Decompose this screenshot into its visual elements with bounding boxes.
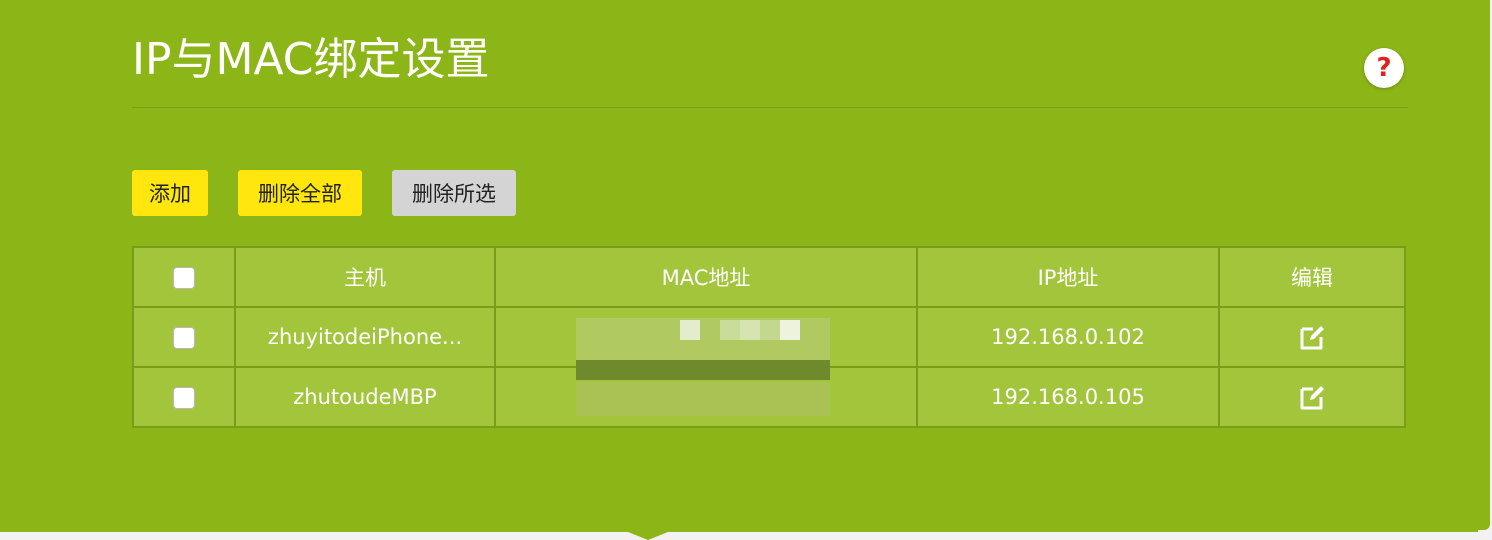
header-edit: 编辑 — [1218, 246, 1406, 308]
add-button[interactable]: 添加 — [132, 170, 208, 216]
mac-cell — [494, 366, 918, 428]
ip-cell: 192.168.0.105 — [916, 366, 1220, 428]
select-all-checkbox[interactable] — [173, 267, 195, 289]
ip-cell: 192.168.0.102 — [916, 306, 1220, 368]
table-header-row: 主机 MAC地址 IP地址 编辑 — [132, 246, 1406, 308]
edit-cell — [1218, 366, 1406, 428]
title-divider — [132, 107, 1408, 108]
help-button[interactable]: ? — [1364, 48, 1404, 88]
panel-right-edge — [1478, 0, 1490, 530]
edit-cell — [1218, 306, 1406, 368]
edit-icon[interactable] — [1297, 382, 1327, 412]
table-row: zhutoudeMBP 192.168.0.105 — [132, 366, 1406, 428]
bottom-bar — [0, 532, 1478, 540]
header-host: 主机 — [234, 246, 496, 308]
row-checkbox[interactable] — [173, 387, 195, 409]
select-all-cell — [132, 246, 236, 308]
delete-selected-button[interactable]: 删除所选 — [392, 170, 516, 216]
mac-cell — [494, 306, 918, 368]
edit-icon[interactable] — [1297, 322, 1327, 352]
header-ip: IP地址 — [916, 246, 1220, 308]
binding-table: 主机 MAC地址 IP地址 编辑 zhuyitodeiPhone... 192.… — [132, 246, 1406, 428]
row-select-cell — [132, 306, 236, 368]
question-mark-icon: ? — [1376, 53, 1392, 83]
bottom-notch — [628, 532, 668, 540]
table-row: zhuyitodeiPhone... 192.168.0.102 — [132, 306, 1406, 368]
page-title: IP与MAC绑定设置 — [132, 34, 490, 85]
host-cell: zhuyitodeiPhone... — [234, 306, 496, 368]
host-cell: zhutoudeMBP — [234, 366, 496, 428]
delete-all-button[interactable]: 删除全部 — [238, 170, 362, 216]
row-select-cell — [132, 366, 236, 428]
row-checkbox[interactable] — [173, 327, 195, 349]
header-mac: MAC地址 — [494, 246, 918, 308]
scrollbar-track — [1478, 0, 1492, 540]
